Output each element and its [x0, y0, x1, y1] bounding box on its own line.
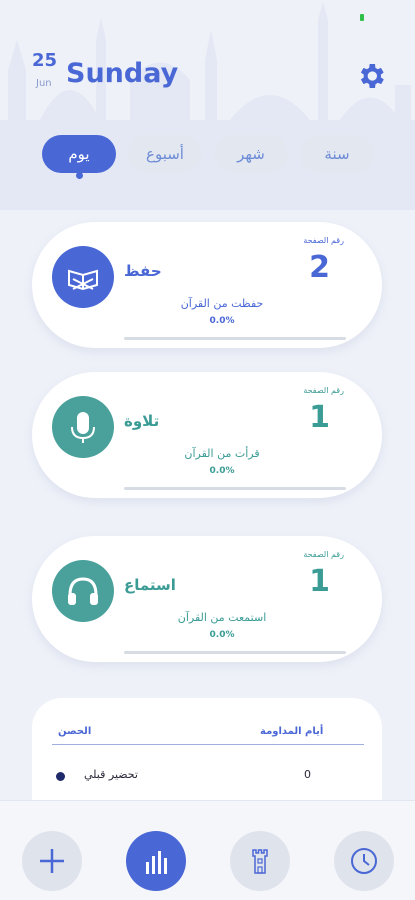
tab-day[interactable]: يوم [42, 135, 116, 179]
active-tab-dot [76, 172, 83, 179]
progress-percent: 0.0% [209, 316, 235, 326]
card-title: تلاوة [124, 412, 160, 430]
fortress-button[interactable] [230, 831, 290, 891]
card-subtitle: قرأت من القرآن [184, 447, 260, 460]
tab-week[interactable]: أسبوع [128, 135, 202, 173]
card-subtitle: استمعت من القرآن [177, 611, 267, 624]
period-tabs: سنة شهر أسبوع يوم [0, 135, 415, 179]
chart-icon [146, 851, 167, 874]
tab-label: سنة [324, 145, 350, 163]
add-button[interactable] [22, 831, 82, 891]
day-number: 25 [32, 50, 58, 71]
day-name: Sunday [66, 58, 179, 89]
statistics-button[interactable] [126, 831, 186, 891]
tab-label: أسبوع [146, 145, 184, 163]
card-title: حفظ [124, 262, 162, 280]
status-indicator [360, 14, 364, 21]
card-subtitle: حفظت من القرآن [180, 297, 264, 310]
page-number: 1 [309, 564, 330, 599]
card-title: استماع [124, 576, 176, 594]
page-number-label: رقم الصفحة [303, 386, 344, 395]
recitation-card[interactable]: تلاوة رقم الصفحة 1 قرأت من القرآن 0.0% [32, 372, 382, 498]
row-status-dot [56, 772, 65, 781]
column-header-days: أيام المداومة [260, 726, 324, 737]
clock-icon [351, 848, 377, 874]
memorization-card[interactable]: حفظ رقم الصفحة 2 حفظت من القرآن 0.0% [32, 222, 382, 348]
tab-month[interactable]: شهر [214, 135, 288, 173]
page-number-label: رقم الصفحة [303, 550, 344, 559]
page-number-label: رقم الصفحة [303, 236, 344, 245]
tab-label: شهر [237, 145, 265, 163]
tab-year[interactable]: سنة [300, 135, 374, 173]
progress-bar [124, 337, 346, 340]
page-number: 2 [309, 250, 330, 285]
gear-icon[interactable] [355, 60, 387, 92]
divider [52, 744, 364, 745]
progress-bar [124, 487, 346, 490]
history-button[interactable] [334, 831, 394, 891]
column-header-fortress: الحصن [58, 726, 92, 737]
plus-icon [40, 849, 64, 873]
table-row-value: 0 [304, 768, 311, 781]
page-number: 1 [309, 400, 330, 435]
progress-percent: 0.0% [209, 466, 235, 476]
progress-bar [124, 651, 346, 654]
tab-label: يوم [68, 145, 90, 163]
header: 25 Jun Sunday [0, 48, 415, 108]
bottom-navigation [0, 800, 415, 900]
listening-card[interactable]: استماع رقم الصفحة 1 استمعت من القرآن 0.0… [32, 536, 382, 662]
table-row-name: تحضير قبلي [84, 768, 138, 781]
tower-icon [252, 849, 268, 874]
progress-percent: 0.0% [209, 630, 235, 640]
month-label: Jun [36, 78, 52, 89]
